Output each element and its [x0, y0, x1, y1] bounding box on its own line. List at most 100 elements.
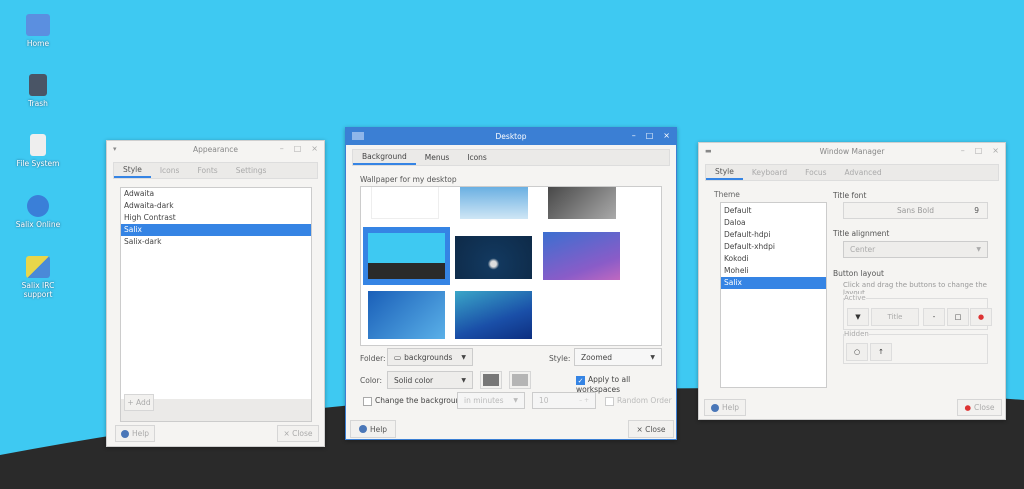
theme-list[interactable]: Adwaita Adwaita-dark High Contrast Salix… — [120, 187, 312, 422]
tab-keyboard[interactable]: Keyboard — [743, 165, 796, 180]
color-style-dropdown[interactable]: Solid color ▼ — [387, 371, 473, 389]
close-button[interactable]: × Close — [277, 425, 319, 442]
drive-icon — [30, 134, 46, 156]
chevron-down-icon: ▼ — [976, 246, 981, 253]
tab-style[interactable]: Style — [114, 163, 151, 178]
list-item[interactable]: Default-hdpi — [721, 229, 826, 241]
apply-all-checkbox[interactable]: ✓ Apply to all workspaces — [576, 375, 676, 394]
desktop-icon-salix-online[interactable]: Salix Online — [8, 195, 68, 229]
wallpaper-thumb[interactable] — [368, 291, 445, 339]
tab-style[interactable]: Style — [706, 165, 743, 180]
tab-settings[interactable]: Settings — [227, 163, 276, 178]
help-button[interactable]: Help — [704, 399, 746, 416]
list-item-selected[interactable]: Salix — [121, 224, 311, 236]
color-label: Color: — [360, 376, 382, 385]
help-button[interactable]: Help — [350, 420, 396, 438]
folder-dropdown[interactable]: ▭ backgrounds ▼ — [387, 348, 473, 366]
title-bar[interactable]: ▬ Window Manager – □ × — [699, 143, 1005, 160]
list-item-selected[interactable]: Salix — [721, 277, 826, 289]
close-icon: ● — [964, 403, 972, 412]
tab-advanced[interactable]: Advanced — [836, 165, 891, 180]
close-icon[interactable]: × — [311, 144, 318, 153]
button-layout-hint: Click and drag the buttons to change the… — [843, 281, 987, 297]
maximize-icon[interactable]: □ — [947, 308, 969, 326]
list-item[interactable]: Adwaita-dark — [121, 200, 311, 212]
wallpaper-thumb[interactable] — [460, 187, 528, 219]
shade-icon[interactable]: ↑ — [870, 343, 892, 361]
minimize-icon[interactable]: – — [961, 146, 965, 155]
window-menu-icon[interactable]: ▾ — [113, 145, 117, 153]
maximize-icon[interactable]: □ — [646, 131, 654, 140]
desktop-icon-trash[interactable]: Trash — [8, 74, 68, 108]
window-menu-icon[interactable] — [352, 132, 364, 140]
close-button[interactable]: ● Close — [957, 399, 1002, 416]
interval-spinner[interactable]: 10– + — [532, 392, 596, 409]
tab-bar: Style Keyboard Focus Advanced — [705, 164, 999, 181]
tab-focus[interactable]: Focus — [796, 165, 835, 180]
title-bar[interactable]: Desktop – □ × — [346, 128, 676, 145]
minimize-icon[interactable]: – — [280, 144, 284, 153]
random-order-checkbox[interactable]: Random Order — [605, 396, 672, 406]
style-label: Style: — [549, 354, 571, 363]
minimize-icon[interactable]: – — [632, 131, 636, 140]
window-menu-icon[interactable]: ▬ — [705, 147, 712, 155]
maximize-icon[interactable]: □ — [294, 144, 302, 153]
title-alignment-dropdown[interactable]: Center ▼ — [843, 241, 988, 258]
title-font-label: Title font — [833, 191, 867, 200]
list-item[interactable]: Kokodi — [721, 253, 826, 265]
wallpaper-thumb-selected[interactable] — [363, 227, 450, 285]
interval-unit-dropdown[interactable]: in minutes ▼ — [457, 392, 525, 409]
style-dropdown[interactable]: Zoomed ▼ — [574, 348, 662, 366]
folder-home-icon — [26, 14, 50, 36]
wm-theme-list[interactable]: Default Daloa Default-hdpi Default-xhdpi… — [720, 202, 827, 388]
tab-background[interactable]: Background — [353, 150, 416, 165]
wallpaper-thumb[interactable] — [543, 232, 620, 280]
secondary-color-button[interactable] — [509, 371, 531, 389]
tab-bar: Style Icons Fonts Settings — [113, 162, 318, 179]
close-button[interactable]: × Close — [628, 420, 674, 438]
list-item[interactable]: Default-xhdpi — [721, 241, 826, 253]
hidden-buttons-area[interactable]: Hidden ○ ↑ — [843, 330, 988, 364]
list-item[interactable]: High Contrast — [121, 212, 311, 224]
wallpaper-thumb[interactable] — [371, 187, 439, 219]
title-alignment-label: Title alignment — [833, 229, 890, 238]
globe-icon — [27, 195, 49, 217]
minimize-icon[interactable]: - — [923, 308, 945, 326]
list-item[interactable]: Daloa — [721, 217, 826, 229]
chat-icon — [26, 256, 50, 278]
chevron-down-icon: ▼ — [461, 353, 466, 361]
list-item[interactable]: Salix-dark — [121, 236, 311, 248]
wallpaper-thumb[interactable] — [455, 236, 532, 279]
title-slot[interactable]: Title — [871, 308, 919, 326]
maximize-icon[interactable]: □ — [975, 146, 983, 155]
title-font-button[interactable]: Sans Bold 9 — [843, 202, 988, 219]
close-icon[interactable]: × — [663, 131, 670, 140]
wallpaper-thumb[interactable] — [548, 187, 616, 219]
menu-button-icon[interactable]: ▼ — [847, 308, 869, 326]
primary-color-button[interactable] — [480, 371, 502, 389]
desktop-window: Desktop – □ × Background Menus Icons Wallpa… — [345, 127, 677, 440]
add-button[interactable]: + Add — [124, 394, 154, 411]
change-background-checkbox[interactable]: Change the background — [363, 396, 465, 406]
desktop-icon-home[interactable]: Home — [8, 14, 68, 48]
help-icon — [358, 425, 367, 433]
tab-icons[interactable]: Icons — [151, 163, 189, 178]
chevron-down-icon: ▼ — [650, 353, 655, 361]
active-buttons-area[interactable]: Active ▼ Title - □ ● — [843, 294, 992, 330]
wallpaper-grid[interactable] — [360, 186, 662, 346]
close-icon[interactable]: ● — [970, 308, 992, 326]
wallpaper-thumb[interactable] — [455, 291, 532, 339]
tab-icons[interactable]: Icons — [458, 150, 496, 165]
tab-fonts[interactable]: Fonts — [188, 163, 226, 178]
close-icon[interactable]: × — [992, 146, 999, 155]
list-item[interactable]: Default — [721, 205, 826, 217]
help-button[interactable]: Help — [115, 425, 155, 442]
desktop-icon-irc[interactable]: Salix IRC support — [8, 256, 68, 299]
list-item[interactable]: Moheli — [721, 265, 826, 277]
desktop-icon-file-system[interactable]: File System — [8, 134, 68, 168]
stick-icon[interactable]: ○ — [846, 343, 868, 361]
tab-menus[interactable]: Menus — [416, 150, 459, 165]
list-item[interactable]: Adwaita — [121, 188, 311, 200]
checkbox-icon — [363, 396, 372, 406]
title-bar[interactable]: ▾ Appearance – □ × — [107, 141, 324, 158]
